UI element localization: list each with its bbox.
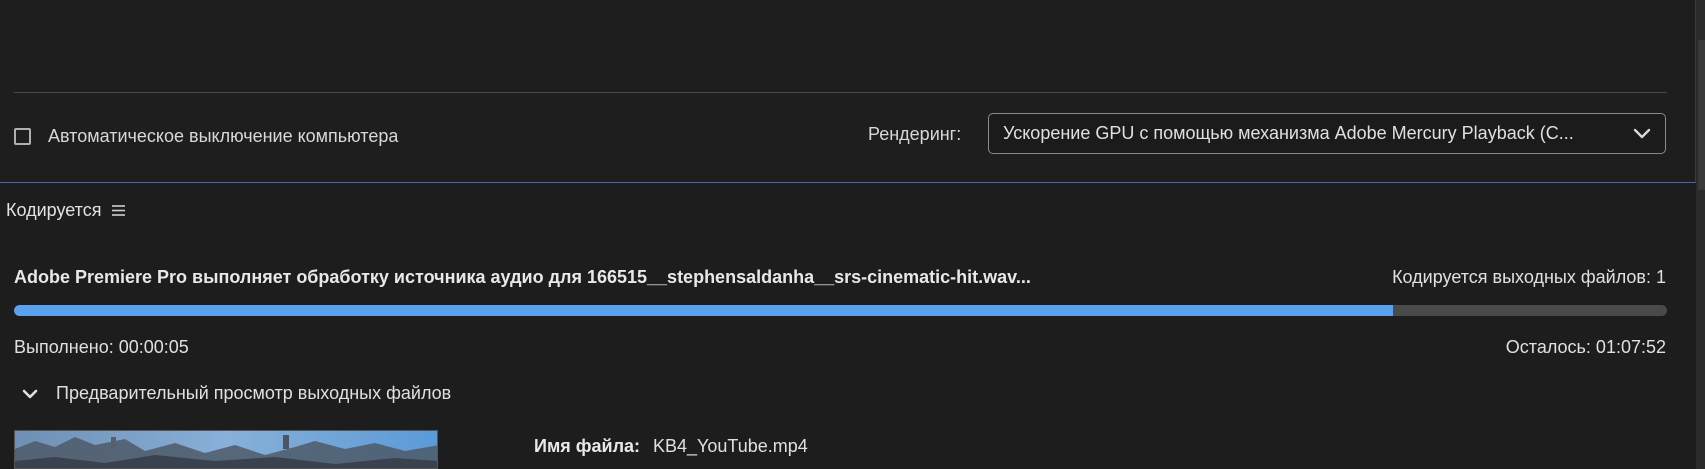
- file-name-label: Имя файла:: [534, 436, 641, 456]
- encoding-status-text: Adobe Premiere Pro выполняет обработку и…: [14, 267, 1031, 287]
- rendering-select[interactable]: Ускорение GPU с помощью механизма Adobe …: [988, 113, 1666, 154]
- rendering-select-value: Ускорение GPU с помощью механизма Adobe …: [1003, 123, 1574, 143]
- encoding-progress-bar: [14, 305, 1667, 316]
- elapsed-time: Выполнено: 00:00:05: [14, 337, 189, 357]
- output-preview-label: Предварительный просмотр выходных файлов: [56, 383, 452, 403]
- panel-menu-icon[interactable]: [111, 204, 126, 217]
- rendering-label: Рендеринг:: [868, 124, 962, 144]
- chevron-down-icon: [22, 389, 38, 398]
- encoding-panel-header: Кодируется: [6, 200, 126, 221]
- file-name-value: KB4_YouTube.mp4: [653, 436, 808, 456]
- auto-shutdown-option[interactable]: Автоматическое выключение компьютера: [14, 122, 398, 150]
- auto-shutdown-checkbox[interactable]: [14, 127, 31, 145]
- scrollbar-thumb[interactable]: [1698, 40, 1705, 190]
- encoding-panel-title: Кодируется: [6, 200, 102, 220]
- auto-shutdown-label: Автоматическое выключение компьютера: [48, 125, 399, 146]
- queue-settings-panel: Автоматическое выключение компьютера Рен…: [0, 0, 1696, 183]
- remaining-time: Осталось: 01:07:52: [1505, 337, 1666, 357]
- chevron-down-icon: [1633, 128, 1651, 139]
- output-count: Кодируется выходных файлов: 1: [1392, 267, 1666, 287]
- divider: [14, 92, 1667, 93]
- output-preview-toggle[interactable]: Предварительный просмотр выходных файлов: [22, 383, 451, 404]
- encoding-progress-fill: [14, 305, 1393, 316]
- encoder-window: Автоматическое выключение компьютера Рен…: [0, 0, 1705, 469]
- thumbnail-image: [15, 431, 437, 468]
- output-preview-thumbnail: [14, 430, 438, 469]
